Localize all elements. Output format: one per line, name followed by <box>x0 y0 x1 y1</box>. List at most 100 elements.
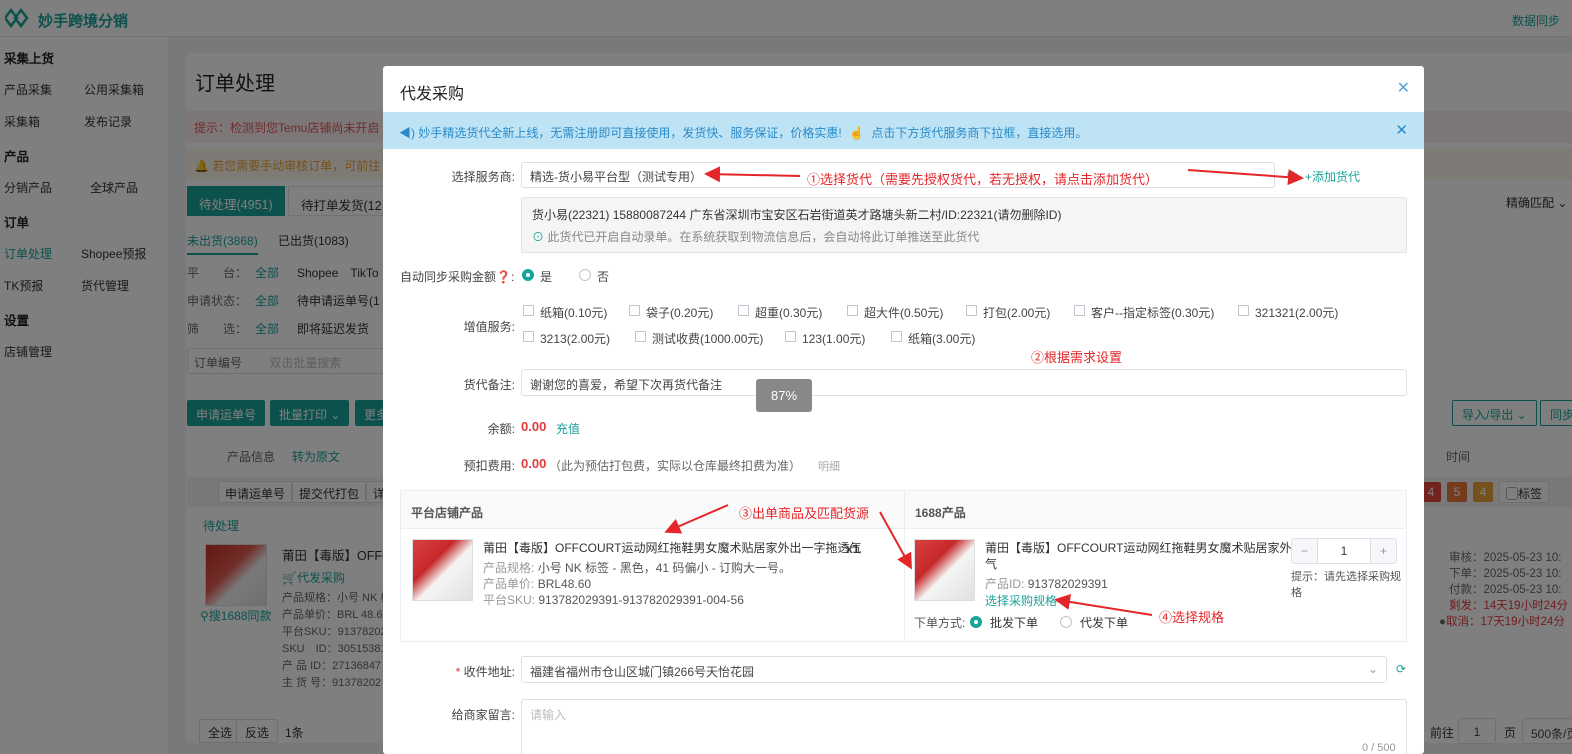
add-forwarder-link[interactable]: +添加货代 <box>1305 168 1360 185</box>
price-value: BRL48.60 <box>537 577 592 591</box>
vas-label-6[interactable]: 321321(2.00元) <box>1255 304 1338 321</box>
platform-product-sku: 平台SKU: 913782029391-913782029391-004-56 <box>483 592 744 608</box>
order-mode-dropship-radio[interactable] <box>1060 616 1072 628</box>
order-mode-wholesale-label[interactable]: 批发下单 <box>990 615 1038 631</box>
platform-product-image <box>412 539 473 601</box>
service-provider-label: 选择服务商: <box>451 170 515 184</box>
merchant-message-label: 给商家留言: <box>451 708 515 722</box>
promo-banner-link[interactable]: 点击下方货代服务商下拉框，直接选用。 <box>871 126 1087 140</box>
annotation-4: ④选择规格 <box>1159 610 1225 625</box>
order-mode-label: 下单方式: <box>914 616 966 630</box>
1688-product-title-line2[interactable]: 气 <box>985 556 997 572</box>
vas-label-10[interactable]: 纸箱(3.00元) <box>908 330 975 347</box>
vas-checkbox-9[interactable] <box>785 331 796 342</box>
refresh-address-icon[interactable]: ⟳ <box>1396 662 1406 676</box>
zoom-indicator: 87% <box>756 379 812 412</box>
price-label: 产品单价: <box>483 577 535 591</box>
forwarder-remark-label: 货代备注: <box>463 378 515 392</box>
vas-label-8[interactable]: 测试收费(1000.00元) <box>652 330 763 347</box>
merchant-message-input[interactable]: 请输入 <box>521 699 1407 754</box>
message-char-count: 0 / 500 <box>1362 742 1396 754</box>
platform-product-spec: 产品规格: 小号 NK 标签 - 黑色，41 码偏小 - 订购大一号。 <box>483 560 791 576</box>
forwarder-address: 货小易(22321) 15880087244 广东省深圳市宝安区石岩街道英才路塘… <box>532 208 1062 222</box>
chevron-down-icon[interactable]: ⌄ <box>1368 662 1378 676</box>
order-mode-dropship-label[interactable]: 代发下单 <box>1080 615 1128 631</box>
promo-banner: ◀) 妙手精选货代全新上线，无需注册即可直接使用，发货快、服务保证，价格实惠! … <box>383 112 1424 149</box>
prefee-detail-link[interactable]: 明细 <box>818 458 840 474</box>
forwarder-info-box: 货小易(22321) 15880087244 广东省深圳市宝安区石岩街道英才路塘… <box>521 197 1407 253</box>
address-label: * 收件地址: <box>403 663 515 680</box>
close-icon[interactable]: ✕ <box>1397 78 1410 98</box>
speaker-icon: ◀) <box>399 126 415 140</box>
promo-banner-text: 妙手精选货代全新上线，无需注册即可直接使用，发货快、服务保证，价格实惠! <box>418 126 842 140</box>
order-mode-wholesale-radio[interactable] <box>970 616 982 628</box>
vas-label-9[interactable]: 123(1.00元) <box>802 330 865 347</box>
vas-label-4[interactable]: 打包(2.00元) <box>983 304 1050 321</box>
auto-sync-text: 自动同步采购金额 <box>400 270 497 284</box>
forwarder-remark-input[interactable]: 谢谢您的喜爱，希望下次再货代备注 <box>521 369 1407 396</box>
quantity-value[interactable]: 1 <box>1318 539 1370 563</box>
select-spec-hint-2: 格 <box>1291 587 1302 599</box>
help-icon[interactable]: ❓ <box>496 270 511 284</box>
spec-value: 小号 NK 标签 - 黑色，41 码偏小 - 订购大一号。 <box>537 561 792 575</box>
recharge-link[interactable]: 充值 <box>556 420 580 437</box>
vas-checkbox-8[interactable] <box>635 331 646 342</box>
vas-label-0[interactable]: 纸箱(0.10元) <box>540 304 607 321</box>
vas-checkbox-3[interactable] <box>847 305 858 316</box>
banner-close-icon[interactable]: ✕ <box>1395 121 1408 139</box>
annotation-1: ①选择货代（需要先授权货代，若无授权，请点击添加货代） <box>807 172 1159 187</box>
vas-label-3[interactable]: 超大件(0.50元) <box>864 304 943 321</box>
select-spec-link[interactable]: 选择采购规格 <box>985 593 1057 609</box>
vas-checkbox-0[interactable] <box>523 305 534 316</box>
vas-checkbox-1[interactable] <box>629 305 640 316</box>
balance-value: 0.00 <box>521 419 547 434</box>
vas-checkbox-2[interactable] <box>738 305 749 316</box>
prefee-note: （此为预估打包费，实际以仓库最终扣费为准） <box>549 459 802 473</box>
vas-label-1[interactable]: 袋子(0.20元) <box>646 304 713 321</box>
vas-label-5[interactable]: 客户--指定标签(0.30元) <box>1091 304 1214 321</box>
vas-label-7[interactable]: 3213(2.00元) <box>540 330 610 347</box>
plus-icon[interactable]: + <box>1370 539 1396 563</box>
auto-sync-yes-radio[interactable] <box>522 269 534 281</box>
auto-sync-no-radio[interactable] <box>579 269 591 281</box>
product-id-value: 913782029391 <box>1027 577 1108 591</box>
vas-checkbox-6[interactable] <box>1238 305 1249 316</box>
spec-label: 产品规格: <box>483 561 535 575</box>
annotation-3: ③出单商品及匹配货源 <box>739 506 870 521</box>
auto-record-note: ⊙ 此货代已开启自动录单。在系统获取到物流信息后，会自动将此订单推送至此货代 <box>532 229 979 245</box>
annotation-2: ②根据需求设置 <box>1031 350 1123 365</box>
minus-icon[interactable]: − <box>1292 539 1318 563</box>
vas-checkbox-7[interactable] <box>523 331 534 342</box>
column-divider <box>904 529 905 642</box>
auto-sync-label: 自动同步采购金额❓: <box>400 270 515 284</box>
balance-label: 余额: <box>487 422 515 436</box>
auto-record-text: 此货代已开启自动录单。在系统获取到物流信息后，会自动将此订单推送至此货代 <box>547 230 980 244</box>
platform-product-title: 莆田【毒版】OFFCOURT运动网红拖鞋男女魔术贴居家外出一字拖透气 <box>483 541 862 555</box>
required-mark: * <box>455 665 464 679</box>
product-match-table: 平台店铺产品 1688产品 莆田【毒版】OFFCOURT运动网红拖鞋男女魔术贴居… <box>400 490 1407 642</box>
1688-product-header: 1688产品 <box>904 491 1406 529</box>
address-select[interactable]: 福建省福州市仓山区城门镇266号天怡花园 <box>521 656 1387 683</box>
address-label-text: 收件地址: <box>463 665 515 679</box>
select-spec-hint-1: 提示：请先选择采购规 <box>1291 571 1401 583</box>
vas-checkbox-10[interactable] <box>891 331 902 342</box>
prefee-value: 0.00 <box>521 456 547 471</box>
sku-label: 平台SKU: <box>483 593 536 607</box>
vas-checkbox-4[interactable] <box>966 305 977 316</box>
quantity-stepper[interactable]: − 1 + <box>1291 538 1397 564</box>
refresh-providers-icon[interactable]: ⟳ <box>1287 168 1297 182</box>
1688-product-image[interactable] <box>914 539 975 601</box>
auto-sync-no-label[interactable]: 否 <box>597 268 609 285</box>
auto-sync-yes-label[interactable]: 是 <box>540 268 552 285</box>
vas-label-2[interactable]: 超重(0.30元) <box>755 304 822 321</box>
check-circle-icon: ⊙ <box>532 230 545 244</box>
value-added-label: 增值服务: <box>463 320 515 334</box>
product-id-label: 产品ID: <box>985 577 1025 591</box>
vas-checkbox-5[interactable] <box>1074 305 1085 316</box>
1688-product-id: 产品ID: 913782029391 <box>985 576 1108 592</box>
dialog-title: 代发采购 <box>400 86 465 103</box>
pointer-hand-icon: ☝ <box>849 126 864 140</box>
sku-value: 913782029391-913782029391-004-56 <box>538 593 744 607</box>
platform-product-qty: x1 <box>846 542 860 556</box>
prefee-label: 预扣费用: <box>463 459 515 473</box>
